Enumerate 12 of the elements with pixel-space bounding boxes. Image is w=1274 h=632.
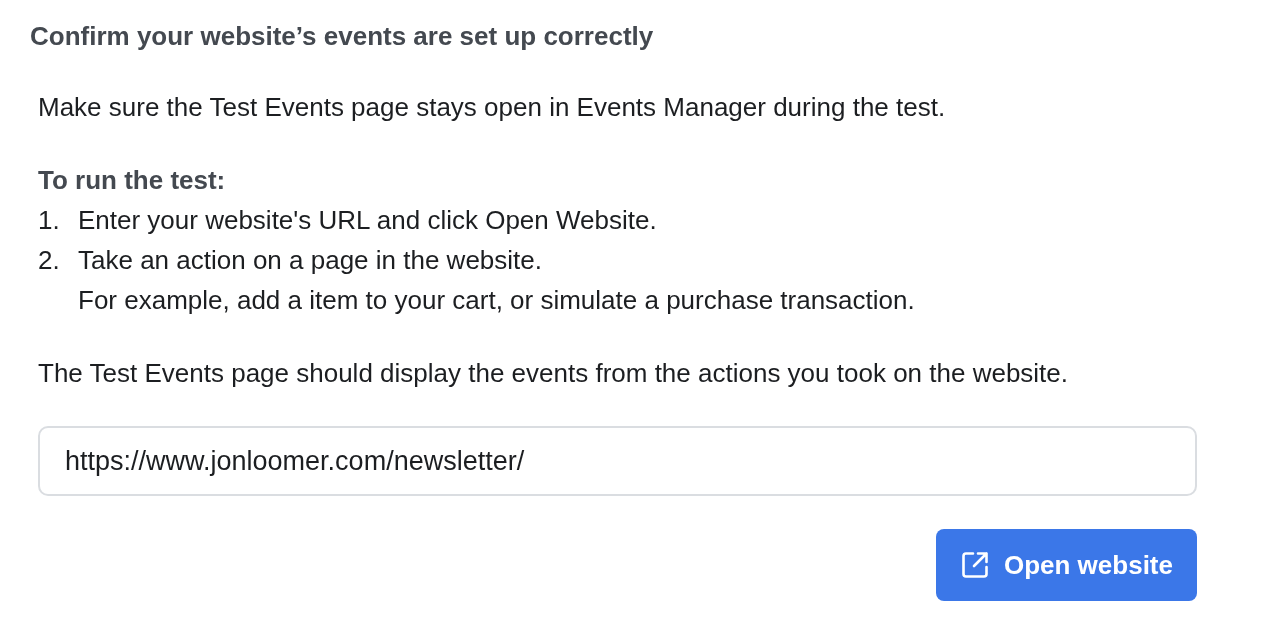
external-link-icon <box>959 550 990 580</box>
step-number: 2. <box>38 244 61 277</box>
step-text: Enter your website's URL and click Open Website. <box>78 204 657 237</box>
open-website-button[interactable]: Open website <box>935 529 1197 601</box>
intro-text: Make sure the Test Events page stays open in Events Manager during the test. <box>38 91 946 124</box>
steps-title: To run the test: <box>38 164 226 197</box>
step-text: Take an action on a page in the website. <box>78 244 542 277</box>
url-input[interactable]: https://www.jonloomer.com/newsletter/ <box>38 426 1197 496</box>
step-detail: For example, add a item to your cart, or simulate a purchase transaction. <box>78 284 915 317</box>
step-number: 1. <box>38 204 61 237</box>
outro-text: The Test Events page should display the events from the actions you took on the website. <box>38 357 1069 390</box>
section-heading: Confirm your website’s events are set up correctly <box>30 20 654 52</box>
